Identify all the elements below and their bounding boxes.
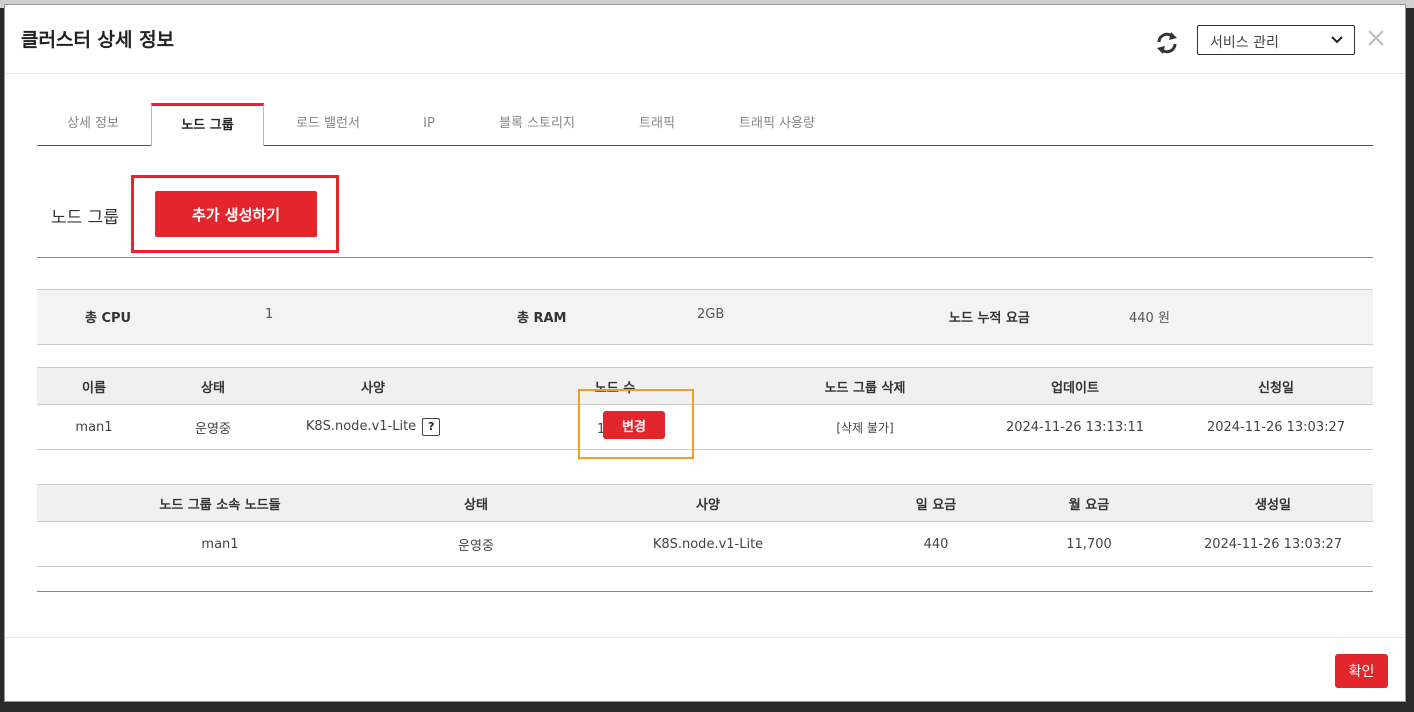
table-row: man1 운영중 K8S.node.v1-Lite? 1개 [삭제 불가] 20…: [37, 404, 1373, 450]
modal-header: 클러스터 상세 정보 서비스 관리: [5, 5, 1405, 74]
divider: [37, 257, 1373, 258]
cell-updated: 2024-11-26 13:13:11: [971, 404, 1179, 450]
nodes-table: 노드 그룹 소속 노드들 상태 사양 일 요금 월 요금 생성일 man1 운영…: [37, 484, 1373, 567]
cell-daily-fee: 440: [867, 521, 1005, 567]
cell-delete: [삭제 불가]: [759, 404, 971, 450]
tab-ip[interactable]: IP: [399, 103, 459, 145]
total-cpu-value: 1: [265, 307, 274, 322]
refresh-icon[interactable]: [1153, 29, 1181, 57]
col-monthly-fee: 월 요금: [1005, 484, 1173, 522]
service-select[interactable]: 서비스 관리: [1197, 25, 1355, 55]
col-node-spec: 사양: [549, 484, 867, 522]
col-node-status: 상태: [403, 484, 549, 522]
cell-node-status: 운영중: [403, 521, 549, 567]
cell-requested: 2024-11-26 13:03:27: [1179, 404, 1373, 450]
section-title: 노드 그룹: [51, 208, 119, 228]
tab-load-balancer[interactable]: 로드 밸런서: [269, 103, 387, 145]
col-requested: 신청일: [1179, 367, 1373, 405]
service-select-value: 서비스 관리: [1210, 35, 1279, 51]
highlight-box-change: [578, 389, 694, 459]
tab-bar: 상세 정보 노드 그룹 로드 밸런서 IP 블록 스토리지 트래픽 트래픽 사용…: [37, 103, 1373, 146]
col-spec: 사양: [275, 367, 471, 405]
cluster-detail-modal: 클러스터 상세 정보 서비스 관리 상세 정보 노드 그룹 로드 밸런서 IP …: [4, 4, 1406, 702]
modal-title: 클러스터 상세 정보: [21, 29, 175, 51]
col-daily-fee: 일 요금: [867, 484, 1005, 522]
col-created: 생성일: [1173, 484, 1373, 522]
col-status: 상태: [151, 367, 275, 405]
table-row: man1 운영중 K8S.node.v1-Lite 440 11,700 202…: [37, 521, 1373, 567]
tab-traffic-usage[interactable]: 트래픽 사용량: [717, 103, 837, 145]
cell-node-spec: K8S.node.v1-Lite: [549, 521, 867, 567]
divider: [37, 591, 1373, 592]
table-header-row: 이름 상태 사양 노드 수 노드 그룹 삭제 업데이트 신청일: [37, 367, 1373, 405]
summary-bar: 총 CPU 1 총 RAM 2GB 노드 누적 요금 440 원: [37, 289, 1373, 345]
total-ram-value: 2GB: [697, 307, 725, 322]
tab-detail-info[interactable]: 상세 정보: [37, 103, 149, 145]
confirm-button[interactable]: 확인: [1335, 654, 1388, 688]
node-fee-label: 노드 누적 요금: [949, 311, 1030, 326]
help-icon[interactable]: ?: [422, 418, 441, 436]
cell-created: 2024-11-26 13:03:27: [1173, 521, 1373, 567]
total-ram-label: 총 RAM: [517, 311, 567, 326]
spec-text: K8S.node.v1-Lite: [305, 419, 417, 434]
cell-monthly-fee: 11,700: [1005, 521, 1173, 567]
total-cpu-label: 총 CPU: [85, 311, 132, 326]
table-header-row: 노드 그룹 소속 노드들 상태 사양 일 요금 월 요금 생성일: [37, 484, 1373, 522]
footer-divider: [5, 637, 1405, 638]
tab-traffic[interactable]: 트래픽: [617, 103, 697, 145]
node-fee-value: 440 원: [1129, 311, 1170, 326]
close-icon[interactable]: [1367, 29, 1385, 47]
col-updated: 업데이트: [971, 367, 1179, 405]
cell-name: man1: [37, 404, 151, 450]
cell-node-name: man1: [37, 521, 403, 567]
chevron-down-icon: [1331, 36, 1343, 44]
cell-status: 운영중: [151, 404, 275, 450]
col-delete: 노드 그룹 삭제: [759, 367, 971, 405]
node-group-table: 이름 상태 사양 노드 수 노드 그룹 삭제 업데이트 신청일 man1 운영중…: [37, 367, 1373, 450]
col-node-name: 노드 그룹 소속 노드들: [37, 484, 403, 522]
add-node-group-button[interactable]: 추가 생성하기: [155, 191, 317, 237]
tab-node-group[interactable]: 노드 그룹: [151, 103, 264, 146]
cell-spec: K8S.node.v1-Lite?: [275, 404, 471, 450]
tab-block-storage[interactable]: 블록 스토리지: [477, 103, 597, 145]
col-name: 이름: [37, 367, 151, 405]
